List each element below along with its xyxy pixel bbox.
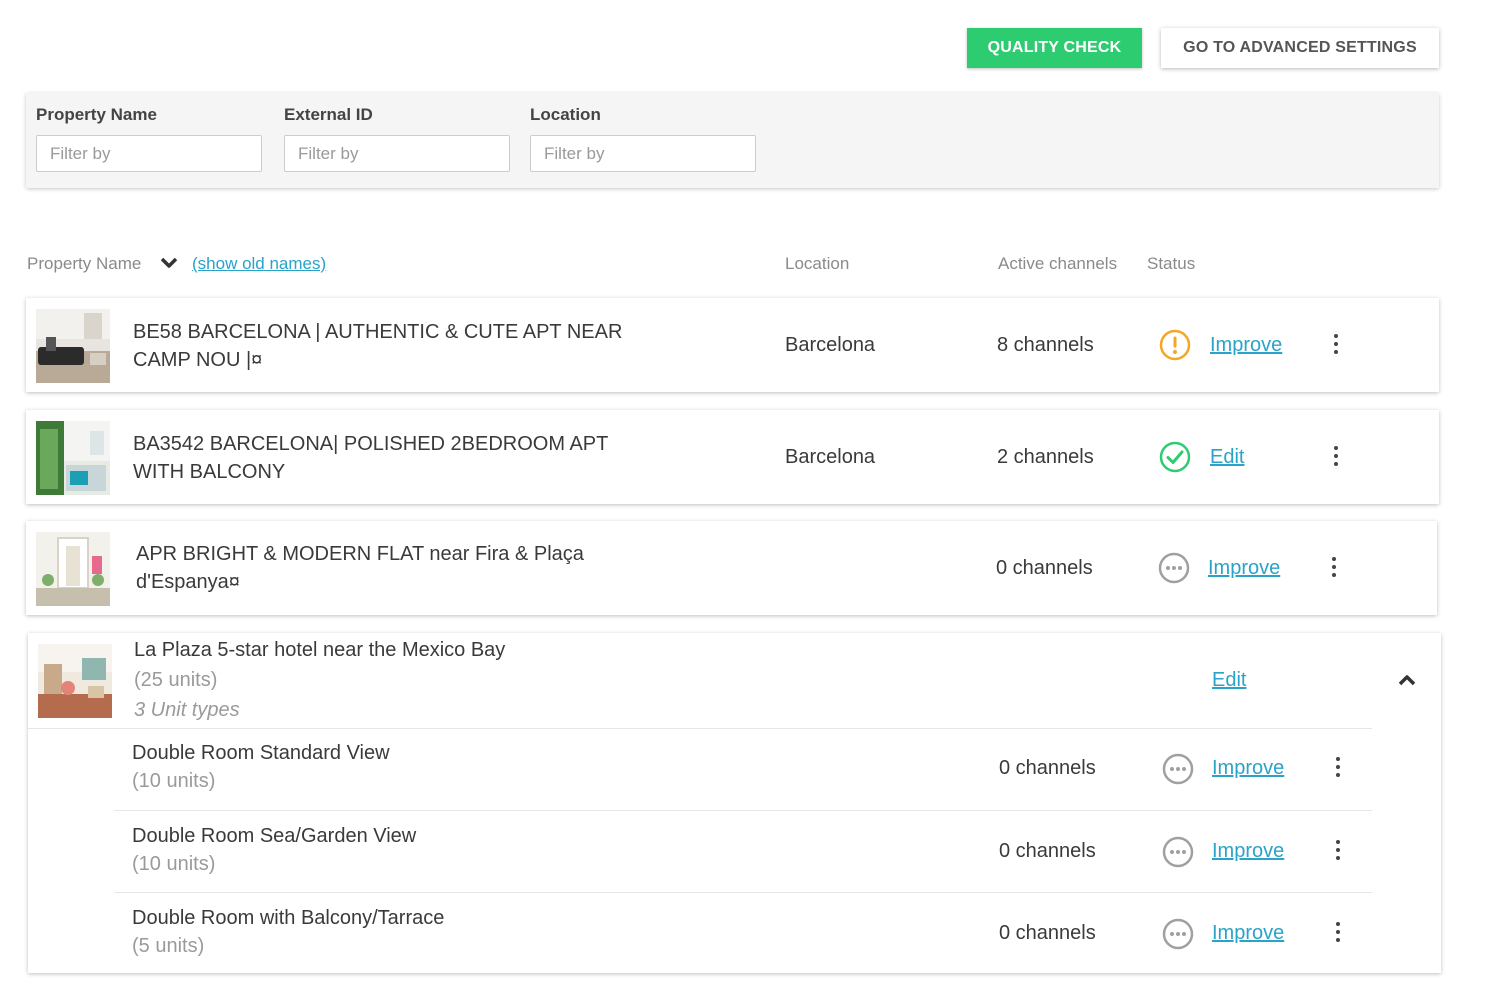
unit-type-name: Double Room with Balcony/Tarrace bbox=[132, 907, 445, 929]
improve-link[interactable]: Improve bbox=[1212, 922, 1284, 945]
property-name[interactable]: APR BRIGHT & MODERN FLAT near Fira & Pla… bbox=[136, 540, 584, 596]
more-options-icon[interactable] bbox=[1333, 922, 1343, 946]
property-name-line2: CAMP NOU |¤ bbox=[133, 349, 263, 371]
property-row[interactable]: BA3542 BARCELONA| POLISHED 2BEDROOM APT … bbox=[26, 410, 1439, 504]
property-location: Barcelona bbox=[785, 334, 876, 356]
chevron-up-icon[interactable] bbox=[1398, 673, 1416, 687]
hotel-info: La Plaza 5-star hotel near the Mexico Ba… bbox=[134, 635, 505, 725]
header-active-channels: Active channels bbox=[998, 254, 1118, 273]
property-name-line2: WITH BALCONY bbox=[133, 461, 286, 483]
property-location: Barcelona bbox=[785, 446, 876, 468]
unit-type-channels: 0 channels bbox=[999, 840, 1096, 862]
edit-link[interactable]: Edit bbox=[1212, 669, 1246, 692]
unit-type-units: (5 units) bbox=[132, 935, 205, 957]
pending-icon bbox=[1158, 552, 1190, 584]
property-channels: 2 channels bbox=[997, 446, 1094, 468]
advanced-settings-button[interactable]: GO TO ADVANCED SETTINGS bbox=[1161, 28, 1439, 68]
property-name[interactable]: BA3542 BARCELONA| POLISHED 2BEDROOM APT … bbox=[133, 430, 608, 486]
divider bbox=[114, 810, 1372, 811]
property-name[interactable]: BE58 BARCELONA | AUTHENTIC & CUTE APT NE… bbox=[133, 318, 622, 374]
property-thumbnail bbox=[36, 309, 110, 383]
check-circle-icon bbox=[1159, 441, 1191, 473]
unit-type-name: Double Room Sea/Garden View bbox=[132, 825, 417, 847]
unit-type-row[interactable]: Double Room Standard View (10 units) bbox=[132, 739, 390, 795]
more-options-icon[interactable] bbox=[1331, 446, 1341, 470]
property-name-filter-input[interactable] bbox=[36, 135, 262, 172]
header-location: Location bbox=[785, 254, 850, 273]
filter-label-location: Location bbox=[530, 105, 601, 124]
filter-property-name: Property Name bbox=[36, 105, 157, 125]
more-options-icon[interactable] bbox=[1333, 757, 1343, 781]
property-name-line1: BE58 BARCELONA | AUTHENTIC & CUTE APT NE… bbox=[133, 321, 623, 343]
filter-label-external-id: External ID bbox=[284, 105, 373, 124]
property-channels: 0 channels bbox=[996, 557, 1093, 579]
filter-location: Location bbox=[530, 105, 601, 125]
more-options-icon[interactable] bbox=[1333, 840, 1343, 864]
unit-type-name: Double Room Standard View bbox=[132, 742, 390, 764]
quality-check-button[interactable]: QUALITY CHECK bbox=[967, 28, 1142, 68]
unit-type-units: (10 units) bbox=[132, 853, 216, 875]
unit-type-row[interactable]: Double Room with Balcony/Tarrace (5 unit… bbox=[132, 904, 444, 960]
unit-type-channels: 0 channels bbox=[999, 757, 1096, 779]
header-status: Status bbox=[1147, 254, 1196, 273]
property-name-line1: BA3542 BARCELONA| POLISHED 2BEDROOM APT bbox=[133, 433, 609, 455]
pending-icon bbox=[1162, 918, 1194, 950]
pending-icon bbox=[1162, 753, 1194, 785]
improve-link[interactable]: Improve bbox=[1212, 840, 1284, 863]
property-channels: 8 channels bbox=[997, 334, 1094, 356]
hotel-name[interactable]: La Plaza 5-star hotel near the Mexico Ba… bbox=[134, 635, 505, 665]
chevron-down-icon[interactable] bbox=[160, 256, 178, 270]
edit-link[interactable]: Edit bbox=[1210, 446, 1244, 469]
improve-link[interactable]: Improve bbox=[1212, 757, 1284, 780]
external-id-filter-input[interactable] bbox=[284, 135, 510, 172]
property-name-line1: APR BRIGHT & MODERN FLAT near Fira & Pla… bbox=[136, 543, 584, 565]
hotel-thumbnail bbox=[38, 644, 112, 718]
property-thumbnail bbox=[36, 532, 110, 606]
pending-icon bbox=[1162, 836, 1194, 868]
filter-label-property-name: Property Name bbox=[36, 105, 157, 124]
improve-link[interactable]: Improve bbox=[1210, 334, 1282, 357]
filter-panel: Property Name External ID Location bbox=[26, 93, 1439, 188]
property-name-line2: d'Espanya¤ bbox=[136, 571, 240, 593]
more-options-icon[interactable] bbox=[1331, 334, 1341, 358]
unit-type-row[interactable]: Double Room Sea/Garden View (10 units) bbox=[132, 822, 416, 878]
filter-external-id: External ID bbox=[284, 105, 373, 125]
hotel-card: La Plaza 5-star hotel near the Mexico Ba… bbox=[28, 633, 1441, 973]
more-options-icon[interactable] bbox=[1329, 557, 1339, 581]
unit-type-channels: 0 channels bbox=[999, 922, 1096, 944]
unit-type-units: (10 units) bbox=[132, 770, 216, 792]
hotel-units: (25 units) bbox=[134, 669, 218, 691]
show-old-names-link[interactable]: (show old names) bbox=[192, 254, 326, 274]
location-filter-input[interactable] bbox=[530, 135, 756, 172]
divider bbox=[114, 892, 1372, 893]
warning-icon bbox=[1159, 329, 1191, 361]
header-property-name[interactable]: Property Name bbox=[27, 254, 141, 274]
divider bbox=[28, 728, 1372, 729]
property-row[interactable]: APR BRIGHT & MODERN FLAT near Fira & Pla… bbox=[26, 521, 1437, 615]
hotel-unit-types: 3 Unit types bbox=[134, 699, 240, 721]
property-thumbnail bbox=[36, 421, 110, 495]
property-row[interactable]: BE58 BARCELONA | AUTHENTIC & CUTE APT NE… bbox=[26, 298, 1439, 392]
improve-link[interactable]: Improve bbox=[1208, 557, 1280, 580]
